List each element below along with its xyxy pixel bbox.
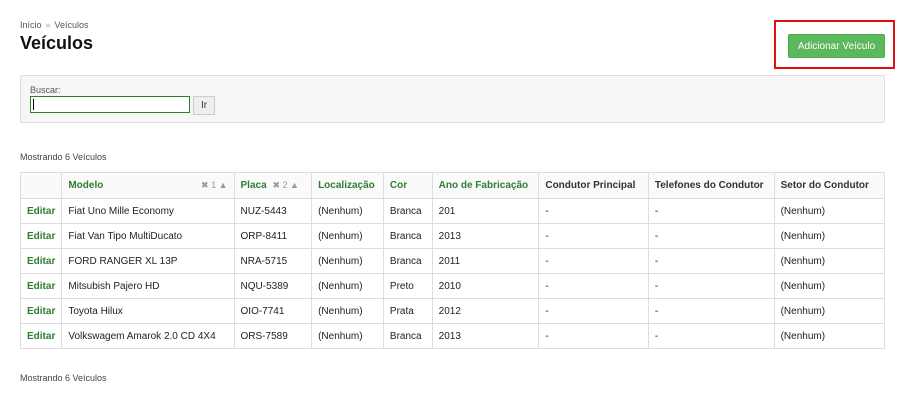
edit-link[interactable]: Editar xyxy=(19,323,63,349)
header-placa-label: Placa xyxy=(240,180,267,191)
table-row: Editar Mitsubish Pajero HD NQU-5389 (Nen… xyxy=(19,273,886,299)
sort-controls-placa: ✖ 2 ▲ xyxy=(272,180,299,190)
header-ano[interactable]: Ano de Fabricação xyxy=(431,172,540,199)
showing-count-top: Mostrando 6 Veículos xyxy=(20,152,107,162)
cell-cor: Preto xyxy=(382,273,433,299)
table-row: Editar Fiat Uno Mille Economy NUZ-5443 (… xyxy=(19,198,886,224)
cell-telefones: - xyxy=(647,198,775,224)
cell-setor: (Nenhum) xyxy=(773,298,886,324)
cell-placa: ORP-8411 xyxy=(233,223,313,249)
vehicles-table: Modelo ✖ 1 ▲ Placa ✖ 2 ▲ Localização Cor… xyxy=(19,172,886,349)
cell-cor: Branca xyxy=(382,223,433,249)
table-row: Editar Volkswagem Amarok 2.0 CD 4X4 ORS-… xyxy=(19,323,886,349)
cell-cor: Branca xyxy=(382,248,433,274)
cell-condutor: - xyxy=(538,223,649,249)
edit-link[interactable]: Editar xyxy=(19,198,63,224)
sort-priority: 1 xyxy=(211,180,217,190)
cell-ano: 2013 xyxy=(431,323,540,349)
remove-sort-icon[interactable]: ✖ xyxy=(272,180,280,190)
cell-setor: (Nenhum) xyxy=(773,223,886,249)
cell-telefones: - xyxy=(647,298,775,324)
table-header-row: Modelo ✖ 1 ▲ Placa ✖ 2 ▲ Localização Cor… xyxy=(19,172,886,199)
header-modelo[interactable]: Modelo ✖ 1 ▲ xyxy=(61,172,235,199)
sort-priority: 2 xyxy=(282,180,288,190)
cell-cor: Branca xyxy=(382,198,433,224)
search-input[interactable] xyxy=(30,96,190,113)
header-actions xyxy=(19,172,63,199)
header-modelo-label: Modelo xyxy=(68,180,104,191)
header-cor[interactable]: Cor xyxy=(382,172,433,199)
cell-localizacao: (Nenhum) xyxy=(311,323,384,349)
cell-condutor: - xyxy=(538,248,649,274)
breadcrumb-home-link[interactable]: Início xyxy=(20,20,42,30)
page-title: Veículos xyxy=(20,33,94,53)
search-panel: Buscar: Ir xyxy=(20,75,885,123)
cell-setor: (Nenhum) xyxy=(773,198,886,224)
cell-setor: (Nenhum) xyxy=(773,273,886,299)
cell-condutor: - xyxy=(538,198,649,224)
text-cursor xyxy=(33,99,34,110)
cell-cor: Branca xyxy=(382,323,433,349)
header-setor: Setor do Condutor xyxy=(773,172,886,199)
cell-telefones: - xyxy=(647,223,775,249)
cell-ano: 201 xyxy=(431,198,540,224)
cell-placa: NUZ-5443 xyxy=(233,198,313,224)
cell-modelo: FORD RANGER XL 13P xyxy=(61,248,235,274)
cell-placa: NQU-5389 xyxy=(233,273,313,299)
cell-placa: NRA-5715 xyxy=(233,248,313,274)
sort-asc-icon[interactable]: ▲ xyxy=(219,180,228,190)
edit-link[interactable]: Editar xyxy=(19,298,63,324)
cell-condutor: - xyxy=(538,298,649,324)
breadcrumb-current: Veículos xyxy=(54,20,89,30)
cell-placa: ORS-7589 xyxy=(233,323,313,349)
search-go-button[interactable]: Ir xyxy=(193,96,215,115)
header-localizacao[interactable]: Localização xyxy=(311,172,384,199)
cell-ano: 2013 xyxy=(431,223,540,249)
cell-localizacao: (Nenhum) xyxy=(311,223,384,249)
cell-localizacao: (Nenhum) xyxy=(311,298,384,324)
cell-localizacao: (Nenhum) xyxy=(311,198,384,224)
edit-link[interactable]: Editar xyxy=(19,248,63,274)
cell-condutor: - xyxy=(538,273,649,299)
cell-setor: (Nenhum) xyxy=(773,248,886,274)
cell-localizacao: (Nenhum) xyxy=(311,248,384,274)
cell-modelo: Toyota Hilux xyxy=(61,298,235,324)
cell-telefones: - xyxy=(647,273,775,299)
header-condutor: Condutor Principal xyxy=(538,172,649,199)
cell-ano: 2010 xyxy=(431,273,540,299)
edit-link[interactable]: Editar xyxy=(19,273,63,299)
breadcrumb: Início» Veículos xyxy=(20,20,89,30)
sort-asc-icon[interactable]: ▲ xyxy=(290,180,299,190)
showing-count-bottom: Mostrando 6 Veículos xyxy=(20,373,107,383)
cell-ano: 2012 xyxy=(431,298,540,324)
cell-setor: (Nenhum) xyxy=(773,323,886,349)
cell-modelo: Fiat Uno Mille Economy xyxy=(61,198,235,224)
cell-condutor: - xyxy=(538,323,649,349)
sort-controls-modelo: ✖ 1 ▲ xyxy=(201,180,228,191)
search-label: Buscar: xyxy=(30,85,61,95)
table-row: Editar FORD RANGER XL 13P NRA-5715 (Nenh… xyxy=(19,248,886,274)
cell-placa: OIO-7741 xyxy=(233,298,313,324)
cell-modelo: Volkswagem Amarok 2.0 CD 4X4 xyxy=(61,323,235,349)
add-vehicle-button[interactable]: Adicionar Veículo xyxy=(788,34,885,58)
cell-telefones: - xyxy=(647,323,775,349)
breadcrumb-separator: » xyxy=(45,20,51,30)
table-row: Editar Fiat Van Tipo MultiDucato ORP-841… xyxy=(19,223,886,249)
cell-modelo: Mitsubish Pajero HD xyxy=(61,273,235,299)
cell-localizacao: (Nenhum) xyxy=(311,273,384,299)
cell-ano: 2011 xyxy=(431,248,540,274)
cell-cor: Prata xyxy=(382,298,433,324)
header-telefones: Telefones do Condutor xyxy=(647,172,775,199)
add-button-highlight: Adicionar Veículo xyxy=(774,20,895,69)
header-placa[interactable]: Placa ✖ 2 ▲ xyxy=(233,172,313,199)
edit-link[interactable]: Editar xyxy=(19,223,63,249)
cell-modelo: Fiat Van Tipo MultiDucato xyxy=(61,223,235,249)
cell-telefones: - xyxy=(647,248,775,274)
remove-sort-icon[interactable]: ✖ xyxy=(201,180,209,190)
table-row: Editar Toyota Hilux OIO-7741 (Nenhum) Pr… xyxy=(19,298,886,324)
